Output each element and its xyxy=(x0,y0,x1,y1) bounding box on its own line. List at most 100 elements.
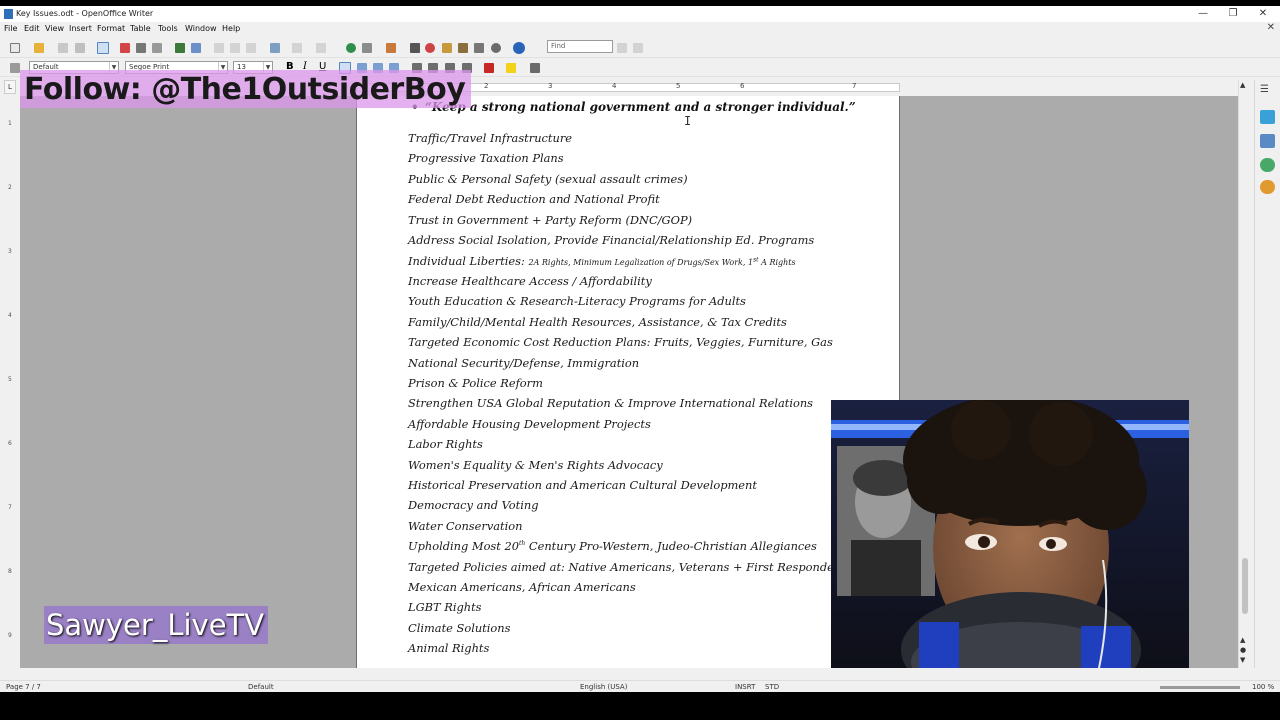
page-style: Default xyxy=(248,683,274,691)
selection-mode[interactable]: STD xyxy=(765,683,779,691)
sidebar-menu-icon[interactable]: ☰ xyxy=(1260,84,1275,98)
highlighting-icon[interactable] xyxy=(506,63,516,73)
navigation-icon[interactable]: ● xyxy=(1240,646,1246,654)
close-button[interactable]: ✕ xyxy=(1248,7,1278,21)
ruler-corner-tab-icon[interactable]: L xyxy=(4,80,16,94)
ruler-number: 6 xyxy=(740,82,745,90)
maximize-button[interactable]: ❐ xyxy=(1218,7,1248,21)
scrollbar-thumb[interactable] xyxy=(1242,558,1248,614)
list-item: Targeted Economic Cost Reduction Plans: … xyxy=(408,335,833,349)
vruler-number: 2 xyxy=(8,184,12,191)
undo-icon[interactable] xyxy=(292,43,302,53)
menu-help[interactable]: Help xyxy=(222,24,240,33)
spellcheck-icon[interactable] xyxy=(175,43,185,53)
table-icon[interactable] xyxy=(362,43,372,53)
copy-icon[interactable] xyxy=(230,43,240,53)
find-replace-icon[interactable] xyxy=(410,43,420,53)
list-item: Upholding Most 20th Century Pro-Western,… xyxy=(408,539,817,553)
export-pdf-icon[interactable] xyxy=(120,43,130,53)
quote-text: “Keep a strong national government and a… xyxy=(425,100,856,114)
clone-formatting-icon[interactable] xyxy=(270,43,280,53)
data-sources-icon[interactable] xyxy=(458,43,468,53)
open-folder-icon[interactable] xyxy=(34,43,44,53)
find-next-icon[interactable] xyxy=(617,43,627,53)
vruler-number: 7 xyxy=(8,504,12,511)
previous-page-icon[interactable]: ▲ xyxy=(1240,636,1245,644)
century-tail: Century Pro-Western, Judeo-Christian All… xyxy=(525,539,817,553)
menu-window[interactable]: Window xyxy=(185,24,217,33)
list-item: Mexican Americans, African Americans xyxy=(408,580,636,594)
language[interactable]: English (USA) xyxy=(580,683,627,691)
openoffice-writer-window: Key Issues.odt - OpenOffice Writer — ❐ ✕… xyxy=(0,0,1280,720)
text-cursor-icon: I xyxy=(684,114,692,128)
properties-icon[interactable] xyxy=(1260,110,1275,124)
show-draw-functions-icon[interactable] xyxy=(386,43,396,53)
font-color-icon[interactable] xyxy=(484,63,494,73)
vruler-number: 4 xyxy=(8,312,12,319)
edit-mode-icon[interactable] xyxy=(97,42,109,54)
hyperlink-icon[interactable] xyxy=(346,43,356,53)
menu-view[interactable]: View xyxy=(45,24,64,33)
zoom-icon[interactable] xyxy=(491,43,501,53)
list-item: Trust in Government + Party Reform (DNC/… xyxy=(408,213,693,227)
formatting-marks-icon[interactable] xyxy=(474,43,484,53)
minimize-button[interactable]: — xyxy=(1188,7,1218,21)
autospellcheck-icon[interactable] xyxy=(191,43,201,53)
email-icon[interactable] xyxy=(75,43,85,53)
channel-name-banner: Sawyer_LiveTV xyxy=(44,606,269,644)
vruler-number: 6 xyxy=(8,440,12,447)
close-document-icon[interactable]: ✕ xyxy=(1267,22,1275,33)
styles-formatting-icon[interactable] xyxy=(10,63,20,73)
vruler-number: 8 xyxy=(8,568,12,575)
save-icon[interactable] xyxy=(58,43,68,53)
page-count: Page 7 / 7 xyxy=(6,683,41,691)
next-page-icon[interactable]: ▼ xyxy=(1240,656,1245,664)
gallery-icon[interactable] xyxy=(442,43,452,53)
zoom-level[interactable]: 100 % xyxy=(1252,683,1274,691)
webcam-image xyxy=(831,400,1189,668)
insert-mode[interactable]: INSRT xyxy=(735,683,755,691)
print-preview-icon[interactable] xyxy=(152,43,162,53)
cut-icon[interactable] xyxy=(214,43,224,53)
list-item: Targeted Policies aimed at: Native Ameri… xyxy=(408,560,846,574)
zoom-slider[interactable] xyxy=(1160,686,1240,689)
quote-line: •“Keep a strong national government and … xyxy=(411,100,856,114)
find-previous-icon[interactable] xyxy=(633,43,643,53)
ruler-number: 4 xyxy=(612,82,617,90)
vertical-scrollbar[interactable]: ▲ ▲ ● ▼ xyxy=(1238,80,1250,668)
styles-icon[interactable] xyxy=(1260,134,1275,148)
list-item: Prison & Police Reform xyxy=(408,376,543,390)
list-item: Public & Personal Safety (sexual assault… xyxy=(408,172,688,186)
menu-edit[interactable]: Edit xyxy=(24,24,40,33)
status-bar: Page 7 / 7 Default English (USA) INSRT S… xyxy=(0,680,1280,692)
title-bar: Key Issues.odt - OpenOffice Writer — ❐ ✕ xyxy=(0,6,1280,22)
navigator-deck-icon[interactable] xyxy=(1260,180,1275,194)
scroll-up-icon[interactable]: ▲ xyxy=(1240,81,1245,89)
redo-icon[interactable] xyxy=(316,43,326,53)
vruler-number: 9 xyxy=(8,632,12,639)
background-color-icon[interactable] xyxy=(530,63,540,73)
document-page[interactable]: •“Keep a strong national government and … xyxy=(356,96,900,668)
print-icon[interactable] xyxy=(136,43,146,53)
liberties-tail: A Rights xyxy=(758,258,796,267)
list-item: Progressive Taxation Plans xyxy=(408,151,564,165)
paste-icon[interactable] xyxy=(246,43,256,53)
menu-table[interactable]: Table xyxy=(130,24,151,33)
vertical-ruler[interactable]: 1 2 3 4 5 6 7 8 9 xyxy=(2,96,16,664)
menu-format[interactable]: Format xyxy=(97,24,125,33)
gallery-deck-icon[interactable] xyxy=(1260,158,1275,172)
menu-insert[interactable]: Insert xyxy=(69,24,92,33)
list-item: Affordable Housing Development Projects xyxy=(408,417,651,431)
vruler-number: 5 xyxy=(8,376,12,383)
help-icon[interactable] xyxy=(513,42,525,54)
letterbox-bottom xyxy=(0,692,1280,720)
window-title: Key Issues.odt - OpenOffice Writer xyxy=(16,9,154,18)
vruler-number: 3 xyxy=(8,248,12,255)
menu-tools[interactable]: Tools xyxy=(158,24,178,33)
navigator-icon[interactable] xyxy=(425,43,435,53)
menu-file[interactable]: File xyxy=(4,24,17,33)
find-input[interactable]: Find xyxy=(547,40,613,53)
new-document-icon[interactable] xyxy=(10,43,20,53)
list-item: Youth Education & Research-Literacy Prog… xyxy=(408,294,746,308)
list-item: Women's Equality & Men's Rights Advocacy xyxy=(408,458,663,472)
